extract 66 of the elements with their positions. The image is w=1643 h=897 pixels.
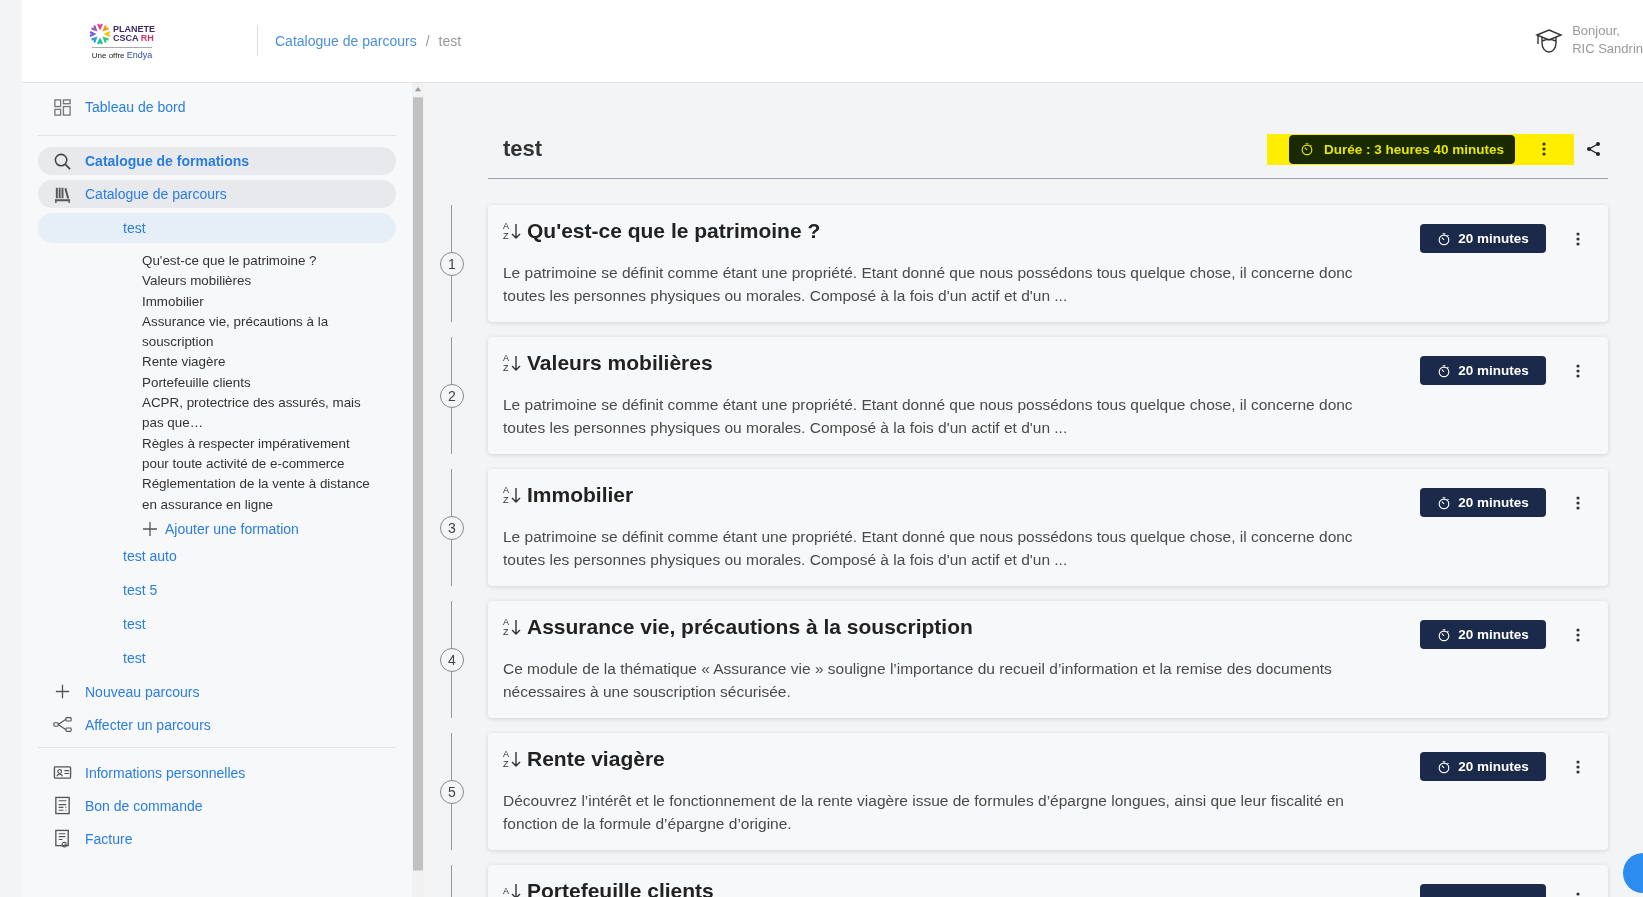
sidebar-item[interactable]: Facture	[38, 824, 396, 853]
module-title: Immobilier	[527, 483, 634, 507]
module-description: Le patrimoine se définit comme étant une propriété. Etant donné que nous possédons tous quelque chose, il concerne donc toutes les personnes physiques ou morales. Composé à la fois d'un actif et d'un ...	[503, 527, 1354, 570]
module-description: Le patrimoine se définit comme étant une propriété. Etant donné que nous possédons tous quelque chose, il concerne donc toutes les personnes physiques ou morales. Composé à la fois d'un actif et d'un ...	[503, 263, 1354, 306]
kebab-icon	[1576, 232, 1580, 246]
formation-link[interactable]: Qu'est-ce que le patrimoine ?	[142, 251, 378, 272]
duration-badge[interactable]: 20 minutes	[1420, 488, 1546, 517]
parcours-item[interactable]: test 5	[38, 574, 396, 605]
parcours-item[interactable]: test	[38, 213, 396, 243]
formation-link[interactable]: Portefeuille clients	[142, 372, 378, 394]
stopwatch-icon	[1437, 363, 1452, 378]
duration-badge[interactable]: 20 minutes	[1420, 752, 1546, 781]
duration-badge[interactable]: Durée : 3 heures 40 minutes	[1288, 134, 1515, 164]
module-description: Le patrimoine se définit comme étant une propriété. Etant donné que nous possédons tous quelque chose, il concerne donc toutes les personnes physiques ou morales. Composé à la fois d'un actif et d'un ...	[503, 395, 1354, 438]
step-number: 4	[440, 647, 464, 672]
formation-link[interactable]: Rente viagère	[142, 352, 378, 373]
kebab-icon	[1576, 628, 1580, 642]
module-description: Ce module de la thématique « Assurance vie » souligne l’importance du recueil d’information et la remise des documents nécessaires à une souscription sécurisée.	[503, 659, 1333, 702]
stopwatch-icon	[1299, 142, 1314, 156]
stopwatch-icon	[1437, 759, 1452, 774]
stopwatch-icon	[1437, 495, 1452, 510]
share-icon[interactable]	[1586, 141, 1602, 157]
sidebar-item[interactable]: Affecter un parcours	[38, 710, 396, 739]
add-formation-link[interactable]: Ajouter une formation	[142, 520, 396, 537]
step-number: 5	[440, 779, 464, 804]
sidebar-item[interactable]: Informations personnelles	[38, 758, 396, 787]
step-number: 2	[440, 383, 464, 408]
dashboard-icon	[53, 97, 72, 117]
step-number: 1	[440, 251, 464, 276]
form-document-icon	[53, 796, 72, 816]
duration-badge[interactable]: 20 minutes	[1420, 356, 1546, 385]
sidebar-item[interactable]: Nouveau parcours	[38, 677, 396, 706]
stopwatch-icon	[1437, 231, 1452, 246]
step-number: 3	[440, 515, 464, 540]
share-nodes-icon	[53, 715, 72, 735]
plus-icon	[142, 520, 158, 537]
module-title: Assurance vie, précautions à la souscription	[527, 615, 973, 639]
formation-link[interactable]: Immobilier	[142, 291, 378, 312]
stopwatch-icon	[1437, 627, 1452, 642]
search-icon	[53, 151, 72, 171]
kebab-icon	[1576, 364, 1580, 378]
formation-link[interactable]: Réglementation de la vente à distance en assurance en ligne	[142, 474, 378, 515]
module-description: Découvrez l’intérêt et le fonctionnement de la rente viagère issue de formules d’épargne longues, ainsi que leur fiscalité en fonction de la formule d’épargne d’origine.	[503, 791, 1345, 834]
greeting: Bonjour,	[1572, 22, 1621, 40]
parcours-item[interactable]: test	[38, 642, 396, 673]
formation-link[interactable]: Assurance vie, précautions à la souscription	[142, 311, 378, 353]
sidebar-item[interactable]: Tableau de bord	[38, 93, 396, 121]
parcours-item[interactable]: test auto	[38, 540, 396, 571]
logo: PLANETE CSCA RH Une offre Endya	[88, 22, 156, 60]
formation-link[interactable]: ACPR, protectrice des assurés, mais pas que…	[142, 393, 378, 434]
breadcrumb-separator: /	[425, 33, 430, 49]
kebab-icon	[1576, 496, 1580, 510]
module-title: Rente viagère	[527, 747, 665, 771]
module-title: Qu'est-ce que le patrimoine ?	[527, 219, 821, 243]
kebab-icon	[1576, 760, 1580, 774]
duration-badge[interactable]: 20 minutes	[1420, 620, 1546, 649]
sidebar-item[interactable]: Bon de commande	[38, 791, 396, 820]
kebab-icon	[1542, 142, 1546, 156]
module-title: Valeurs mobilières	[527, 351, 713, 375]
invoice-icon	[53, 829, 72, 849]
user-name: RIC Sandrin	[1572, 40, 1643, 58]
course-title: test	[503, 136, 544, 162]
formation-link[interactable]: Valeurs mobilières	[142, 271, 378, 292]
formation-link[interactable]: Règles à respecter impérativement pour toute activité de e-commerce	[142, 433, 378, 475]
parcours-item[interactable]: test	[38, 608, 396, 639]
duration-badge[interactable]: 20 minutes	[1420, 224, 1546, 253]
